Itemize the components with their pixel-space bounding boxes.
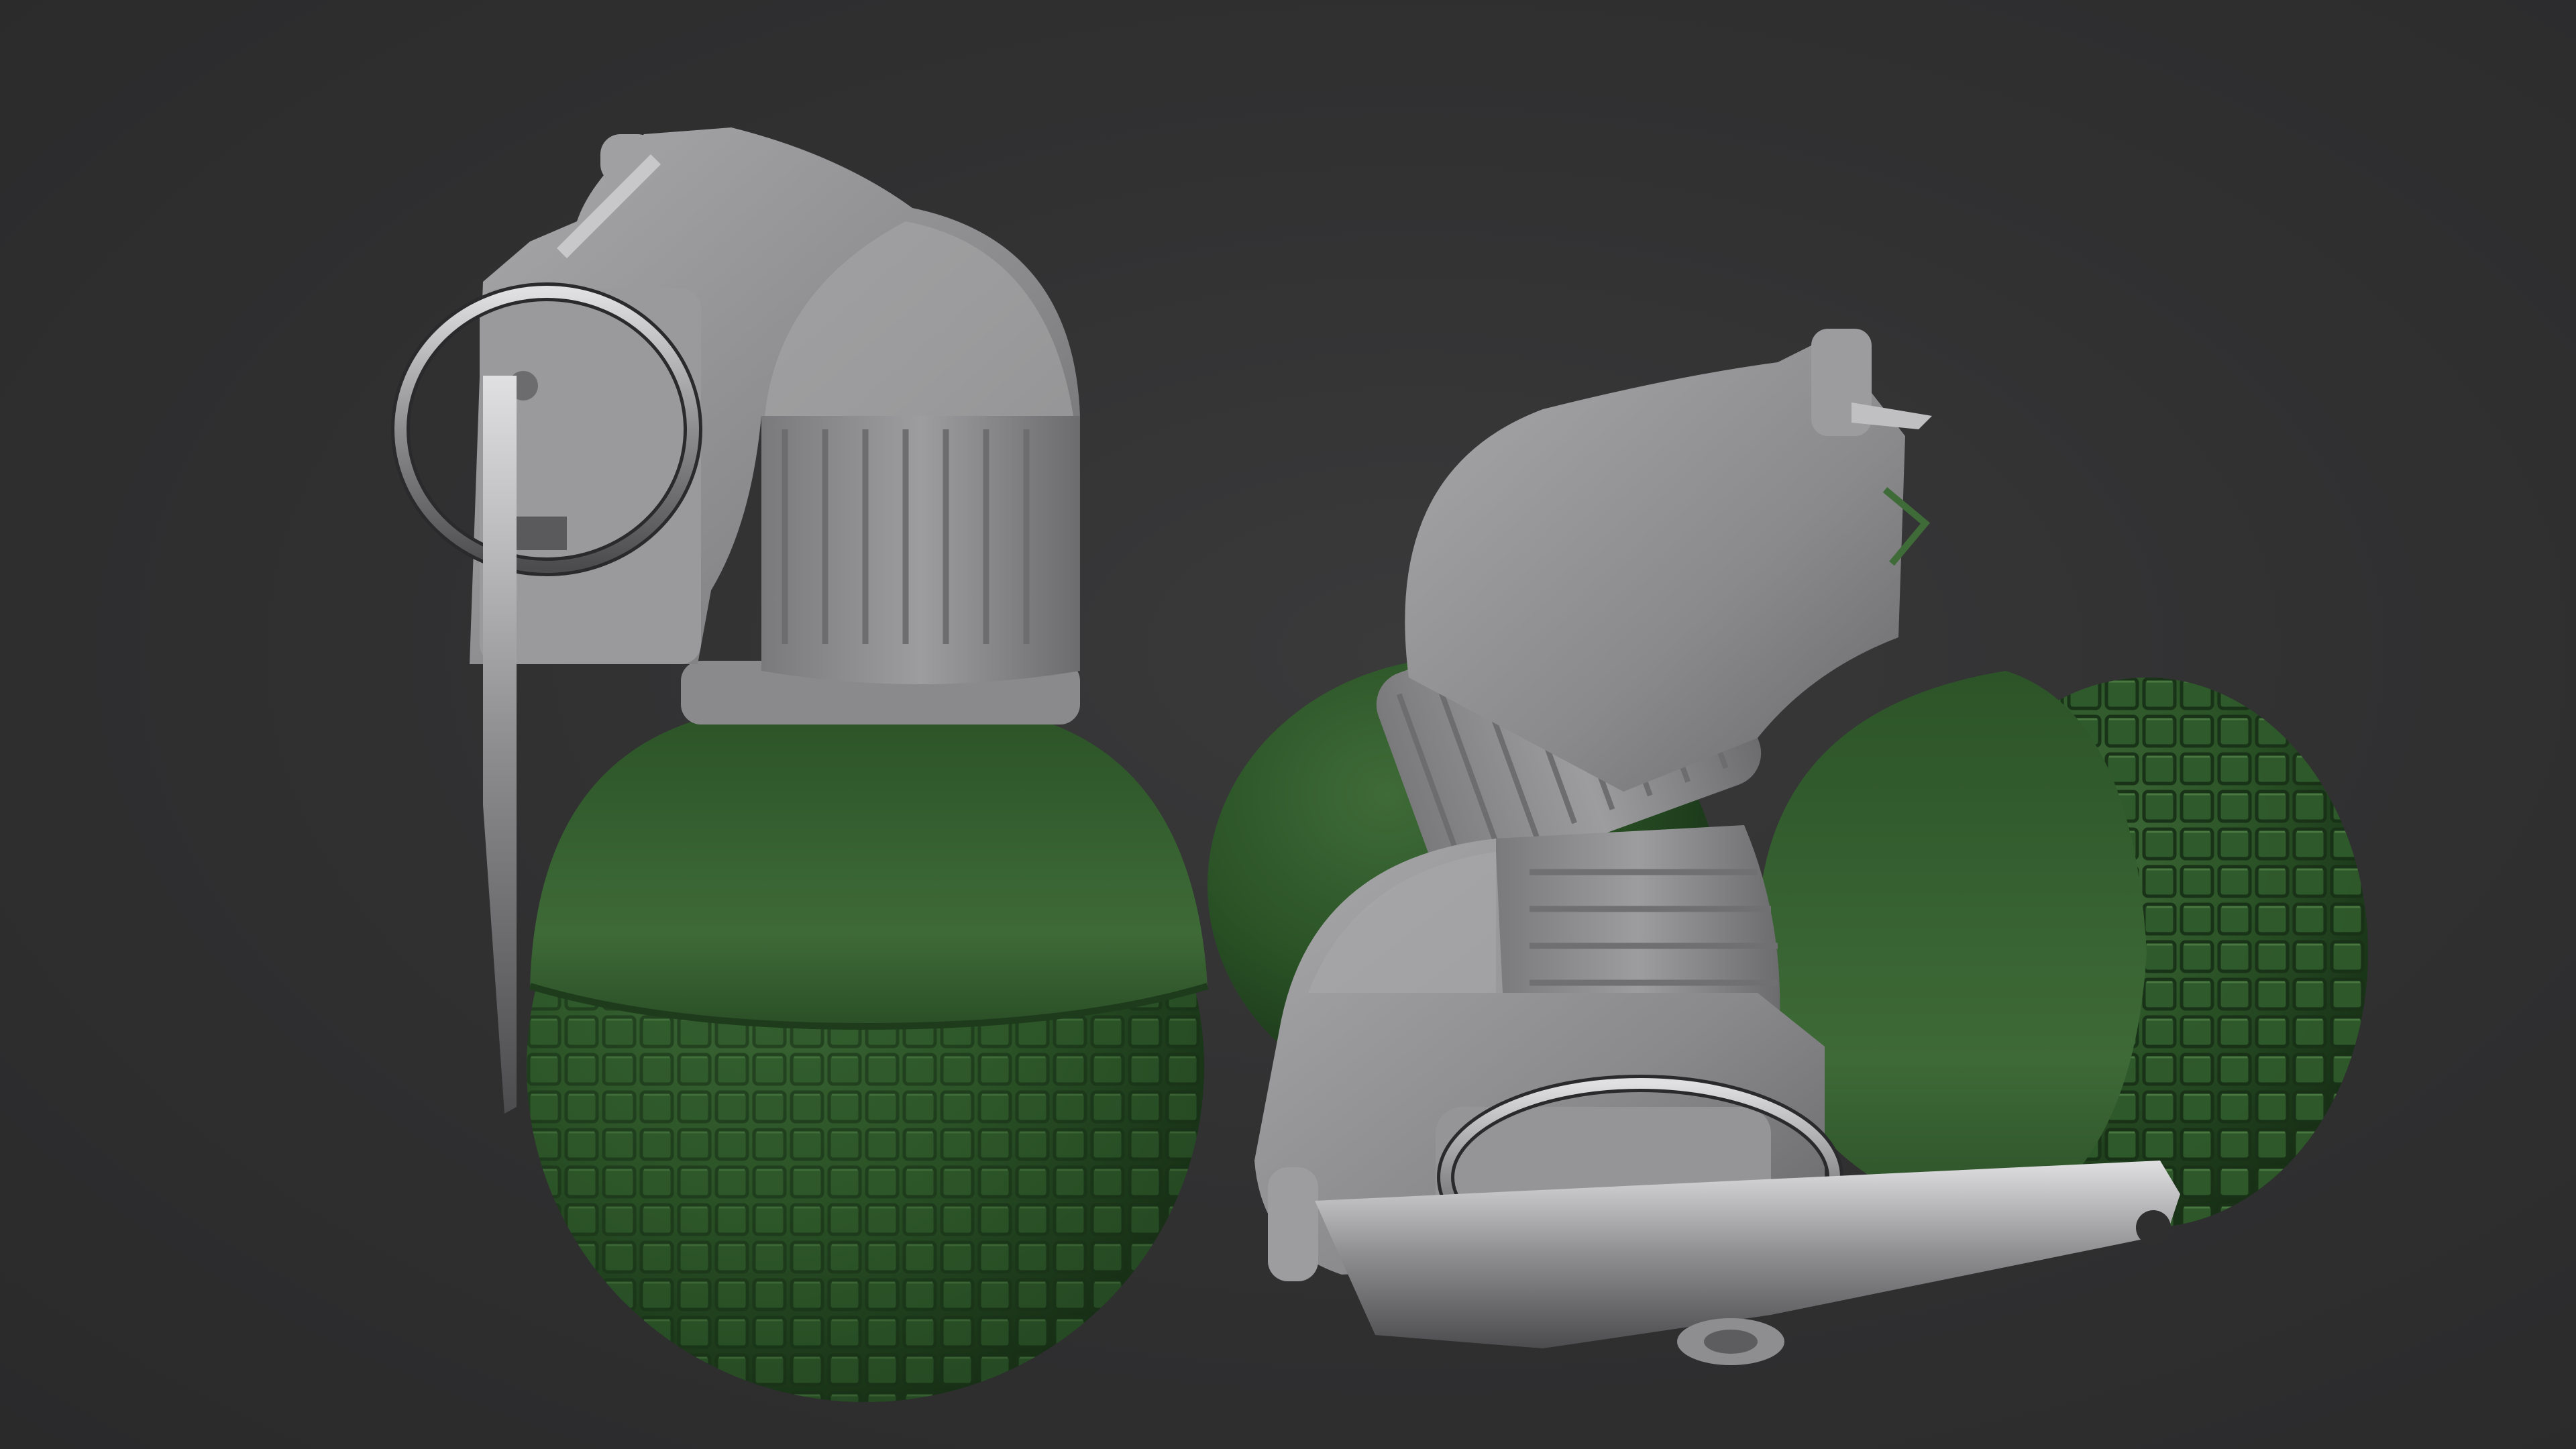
render-canvas: [391, 127, 2368, 1402]
render-scene: [0, 0, 2576, 1449]
grenade-upright-safety-lever: [483, 376, 517, 1114]
grenade-upright-fuze-collar: [761, 416, 1080, 684]
grenade-upright: [391, 127, 1209, 1402]
grenade-upright-cap: [530, 718, 1208, 1026]
